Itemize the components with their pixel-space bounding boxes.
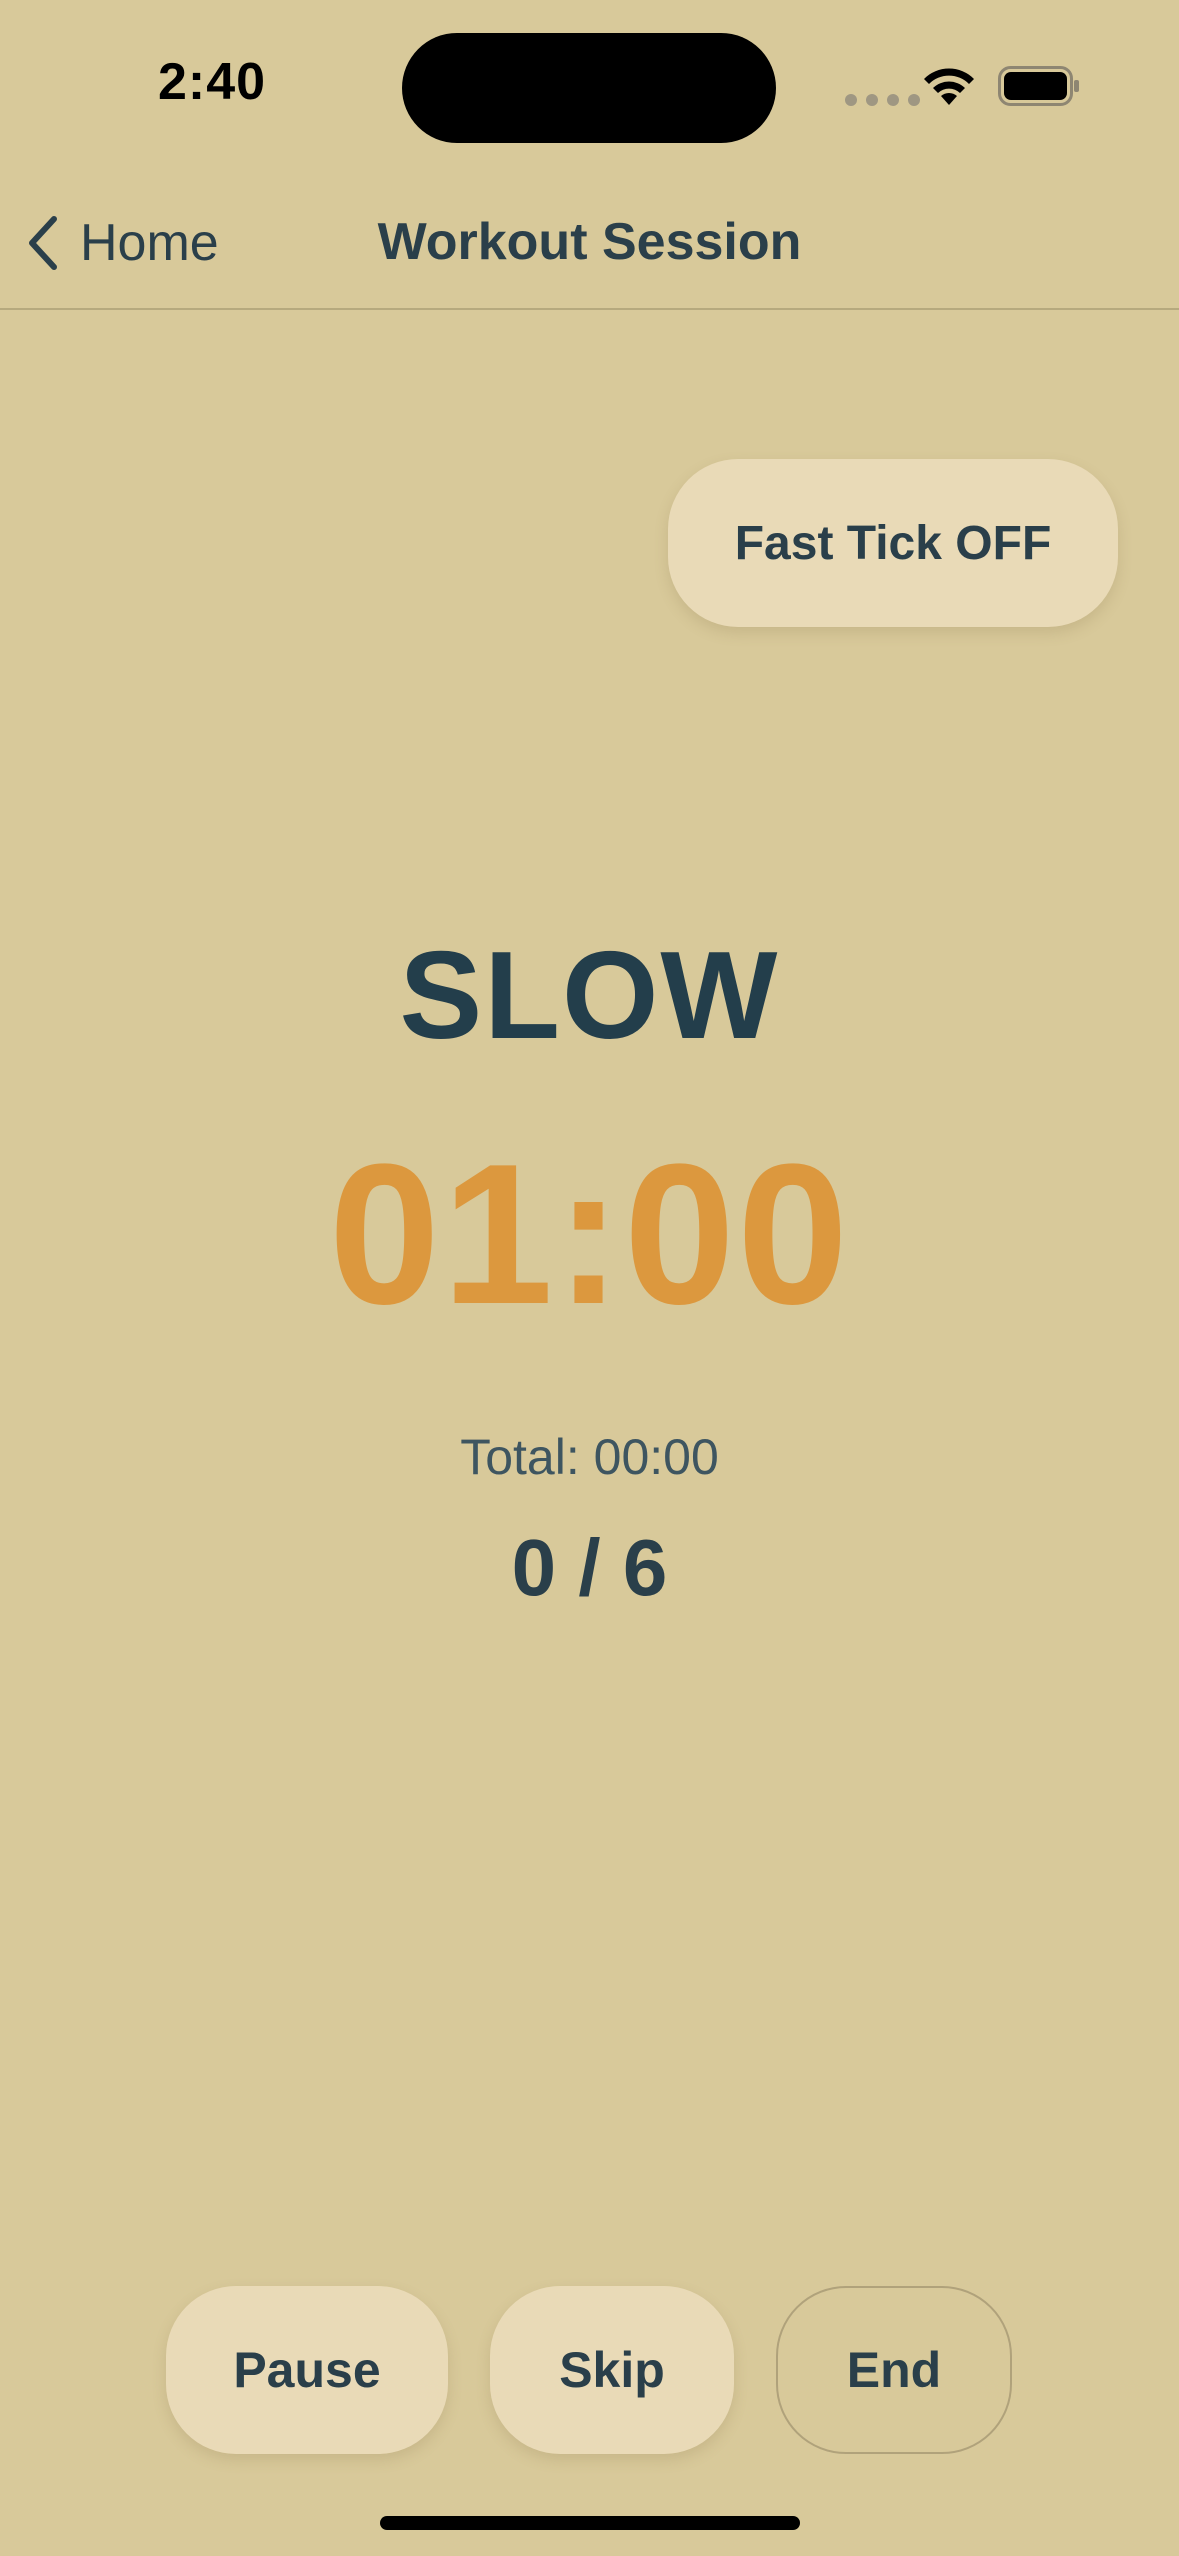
- total-time: Total: 00:00: [460, 1429, 719, 1485]
- phase-label: SLOW: [399, 927, 780, 1065]
- signal-icon: [845, 94, 920, 106]
- skip-button[interactable]: Skip: [490, 2286, 734, 2454]
- status-time: 2:40: [158, 53, 267, 111]
- navigation-bar: Workout Session Home: [0, 170, 1179, 310]
- wifi-icon: [924, 68, 974, 105]
- chevron-left-icon: [29, 216, 57, 270]
- home-indicator[interactable]: [380, 2516, 800, 2530]
- back-label: Home: [80, 214, 219, 272]
- fast-tick-toggle-button[interactable]: Fast Tick OFF: [668, 459, 1118, 627]
- rep-progress: 0 / 6: [511, 1523, 668, 1612]
- battery-icon: [998, 66, 1079, 106]
- end-button[interactable]: End: [776, 2286, 1012, 2454]
- dynamic-island: [402, 33, 776, 143]
- status-bar: 2:40: [0, 0, 1179, 170]
- countdown-timer: 01:00: [328, 1123, 851, 1346]
- back-button[interactable]: Home: [22, 208, 219, 278]
- pause-button[interactable]: Pause: [166, 2286, 448, 2454]
